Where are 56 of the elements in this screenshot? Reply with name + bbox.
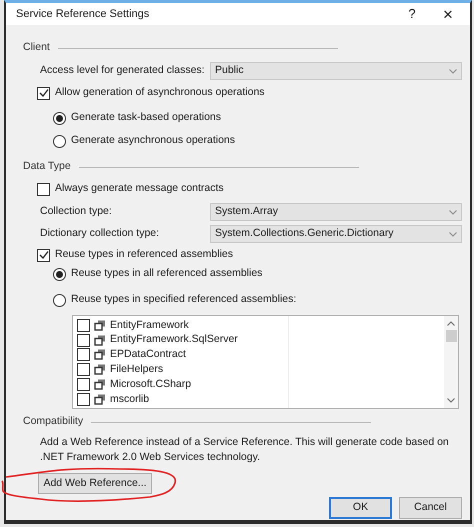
- checkbox-label: Allow generation of asynchronous operations: [55, 85, 265, 100]
- radio-button[interactable]: [53, 268, 66, 280]
- window-title: Service Reference Settings: [16, 6, 150, 22]
- assembly-name: Microsoft.CSharp: [110, 376, 192, 392]
- cancel-button[interactable]: Cancel: [399, 497, 462, 519]
- assembly-name: EPDataContract: [110, 347, 186, 362]
- scroll-thumb[interactable]: [446, 330, 456, 342]
- checkbox[interactable]: [37, 86, 50, 100]
- field-label: Access level for generated classes:: [40, 63, 206, 78]
- dropdown[interactable]: System.Array: [210, 203, 462, 221]
- radio-label: Reuse types in specified referenced assemblies:: [71, 292, 296, 308]
- checkbox-label: Always generate message contracts: [55, 181, 224, 196]
- group-heading: Data Type: [23, 159, 71, 174]
- field-label: Dictionary collection type:: [40, 226, 160, 242]
- ok-button[interactable]: OK: [329, 497, 392, 519]
- radio-label: Reuse types in all referenced assemblies: [71, 266, 262, 282]
- radio-button[interactable]: [53, 294, 66, 306]
- add-web-reference-button[interactable]: Add Web Reference...: [38, 473, 152, 494]
- chevron-icon: [449, 68, 457, 74]
- checkbox-label: Reuse types in referenced assemblies: [55, 247, 234, 262]
- dropdown[interactable]: Public: [210, 62, 462, 80]
- checkbox[interactable]: [77, 363, 90, 376]
- checkbox[interactable]: [77, 378, 90, 392]
- radio-button[interactable]: [53, 112, 66, 124]
- group-heading: Compatibility: [23, 414, 84, 430]
- assembly-icon: [94, 379, 106, 390]
- help-button[interactable]: ?: [402, 4, 422, 24]
- scroll-down-icon[interactable]: [447, 398, 455, 403]
- assembly-name: EntityFramework.SqlServer: [110, 332, 238, 348]
- description-text: Add a Web Reference instead of a Service Reference. This will generate code based on .NET Framework 2.0 Web Services technology.: [39, 435, 450, 465]
- assembly-name: FileHelpers: [110, 362, 164, 377]
- radio-label: Generate asynchronous operations: [71, 133, 236, 148]
- assembly-list[interactable]: EntityFramework EntityFramework.SqlServer EPDataContract FileHelpers Microsoft.CSharp mscorlib: [72, 315, 459, 409]
- checkbox[interactable]: [77, 348, 90, 362]
- dropdown[interactable]: System.Collections.Generic.Dictionary: [210, 225, 462, 243]
- assembly-icon: [94, 349, 106, 360]
- scroll-up-icon[interactable]: [447, 321, 455, 326]
- chevron-icon: [449, 232, 457, 236]
- checkbox[interactable]: [37, 248, 50, 262]
- field-label: Collection type:: [40, 204, 113, 220]
- assembly-icon: [94, 320, 106, 331]
- group-heading: Client: [23, 40, 50, 56]
- checkbox[interactable]: [77, 334, 90, 347]
- checkbox[interactable]: [77, 318, 90, 332]
- assembly-icon: [94, 364, 106, 376]
- assembly-icon: [94, 334, 106, 346]
- radio-label: Generate task-based operations: [71, 110, 222, 126]
- checkbox[interactable]: [37, 182, 50, 196]
- assembly-name: EntityFramework: [110, 318, 189, 333]
- assembly-name: mscorlib: [110, 392, 150, 407]
- checkbox[interactable]: [77, 392, 90, 406]
- close-button[interactable]: ×: [438, 6, 458, 22]
- chevron-icon: [449, 210, 457, 214]
- scrollbar[interactable]: [444, 316, 458, 408]
- radio-button[interactable]: [53, 134, 66, 148]
- assembly-icon: [94, 394, 106, 405]
